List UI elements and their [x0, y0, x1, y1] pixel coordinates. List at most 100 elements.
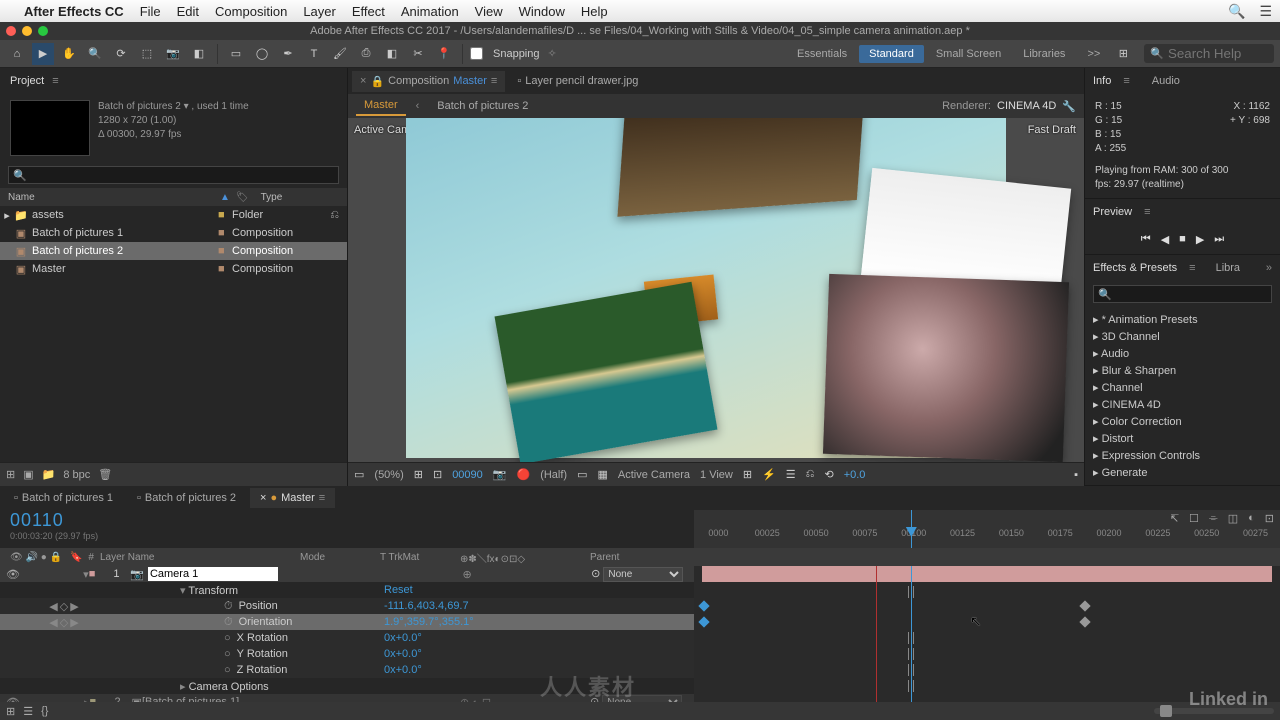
search-help-input[interactable] — [1168, 46, 1268, 61]
camera-dropdown[interactable]: Active Camera — [618, 469, 690, 481]
search-help[interactable]: 🔍 — [1144, 44, 1274, 63]
motion-blur-icon[interactable]: ◐ — [1248, 512, 1255, 525]
menu-effect[interactable]: Effect — [352, 4, 385, 19]
prop-value[interactable]: 0x+0.0° — [384, 648, 694, 660]
keyframe-diamond[interactable] — [698, 600, 709, 611]
renderer-value[interactable]: CINEMA 4D — [997, 100, 1056, 112]
project-row-batch1[interactable]: ▣ Batch of pictures 1 ■ Composition — [0, 224, 347, 242]
audio-tab[interactable]: Audio — [1152, 75, 1180, 87]
delete-icon[interactable]: 🗑 — [98, 468, 112, 481]
home-icon[interactable]: ⌂ — [6, 43, 28, 65]
effects-item[interactable]: ▸ Generate — [1085, 464, 1280, 481]
visibility-icon[interactable]: 👁 — [6, 696, 20, 703]
keyframe-diamond[interactable] — [1079, 616, 1090, 627]
ellipse-tool-icon[interactable]: ◯ — [251, 43, 273, 65]
rectangle-tool-icon[interactable]: ▭ — [225, 43, 247, 65]
prop-z-rotation[interactable]: ○Z Rotation 0x+0.0° — [0, 662, 694, 678]
snapping-checkbox[interactable] — [470, 47, 483, 60]
effects-search[interactable]: 🔍 — [1093, 285, 1272, 303]
current-time-display[interactable]: 00110 — [10, 510, 694, 531]
rotation-tool-icon[interactable]: ⬚ — [136, 43, 158, 65]
comp-tab-master[interactable]: × 🔒 Composition Master ≡ — [352, 71, 505, 92]
layer-row-batch1[interactable]: 👁 ▸ ■ 2 ▣ [Batch of pictures 1] ⊕ ◐ ⊡ ⊙ … — [0, 694, 694, 702]
menu-layer[interactable]: Layer — [303, 4, 336, 19]
project-row-master[interactable]: ▣ Master ■ Composition — [0, 260, 347, 278]
menu-help[interactable]: Help — [581, 4, 608, 19]
stopwatch-icon[interactable]: ⏱ — [224, 600, 233, 613]
add-keyframe-icon[interactable]: ◇ — [60, 600, 68, 613]
hand-tool-icon[interactable]: ✋ — [58, 43, 80, 65]
menu-edit[interactable]: Edit — [177, 4, 199, 19]
libraries-tab[interactable]: Libra — [1216, 262, 1240, 274]
workspace-small-screen[interactable]: Small Screen — [926, 45, 1011, 63]
eraser-tool-icon[interactable]: ◧ — [381, 43, 403, 65]
panel-menu-icon[interactable]: ≡ — [52, 75, 58, 87]
close-tab-icon[interactable]: × — [360, 75, 366, 87]
layer-name[interactable] — [148, 567, 306, 581]
pen-tool-icon[interactable]: ✒ — [277, 43, 299, 65]
effects-item[interactable]: ▸ Distort — [1085, 430, 1280, 447]
renderer-settings-icon[interactable]: 🔧 — [1062, 100, 1076, 113]
menu-view[interactable]: View — [475, 4, 503, 19]
effects-item[interactable]: ▸ Audio — [1085, 345, 1280, 362]
zoom-dropdown[interactable]: (50%) — [374, 469, 403, 481]
add-keyframe-icon[interactable]: ◇ — [60, 616, 68, 629]
info-tab[interactable]: Info — [1093, 75, 1111, 87]
parent-pickwhip-icon[interactable]: ⊙ — [591, 568, 600, 580]
next-keyframe-icon[interactable]: ▶ — [70, 616, 78, 629]
prev-frame-icon[interactable]: ◀ — [1161, 233, 1169, 246]
transparency-grid-icon[interactable]: ▦ — [597, 468, 607, 481]
preview-tab[interactable]: Preview — [1093, 206, 1132, 218]
effects-item[interactable]: ▸ Channel — [1085, 379, 1280, 396]
orbit-tool-icon[interactable]: ⟳ — [110, 43, 132, 65]
camera-options-group[interactable]: ▸ Camera Options — [0, 678, 694, 694]
close-tab-icon[interactable]: × — [260, 492, 266, 504]
toggle-modes-icon[interactable]: ☰ — [23, 705, 33, 718]
panel-menu-icon[interactable]: ≡ — [319, 492, 325, 504]
expand-panel-icon[interactable]: » — [1266, 262, 1272, 274]
prop-value[interactable]: -111.6,403.4,69.7 — [384, 600, 694, 612]
type-tool-icon[interactable]: T — [303, 43, 325, 65]
first-frame-icon[interactable]: ⏮ — [1141, 233, 1151, 246]
prop-orientation[interactable]: ◀◇▶ ⏱Orientation 1.9°,359.7°,355.1° — [0, 614, 694, 630]
fast-preview-icon[interactable]: ⚡ — [762, 468, 776, 481]
new-folder-icon[interactable]: 📁 — [42, 468, 56, 481]
stopwatch-icon[interactable]: ⏱ — [224, 616, 233, 629]
app-name[interactable]: After Effects CC — [24, 4, 124, 19]
layer-row-camera[interactable]: 👁 ▾ ■ 1 📷 ⊕ ⊙ None — [0, 566, 694, 582]
reset-link[interactable]: Reset — [384, 584, 413, 596]
stopwatch-icon[interactable]: ○ — [224, 648, 231, 660]
stopwatch-icon[interactable]: ○ — [224, 664, 231, 676]
menu-file[interactable]: File — [140, 4, 161, 19]
clone-stamp-tool-icon[interactable]: ⎙ — [355, 43, 377, 65]
workspace-more-icon[interactable]: >> — [1077, 45, 1110, 63]
visibility-icon[interactable]: 👁 — [6, 568, 20, 581]
maximize-button[interactable] — [38, 26, 48, 36]
prop-position[interactable]: ◀◇▶ ⏱Position -111.6,403.4,69.7 — [0, 598, 694, 614]
col-type[interactable]: Type — [253, 192, 347, 203]
menu-composition[interactable]: Composition — [215, 4, 287, 19]
layer-duration-bar[interactable] — [702, 566, 1272, 582]
menu-window[interactable]: Window — [519, 4, 565, 19]
workspace-libraries[interactable]: Libraries — [1013, 45, 1075, 63]
frame-blend-icon[interactable]: ◫ — [1228, 512, 1238, 525]
parent-dropdown[interactable]: None — [602, 695, 682, 703]
selection-tool-icon[interactable]: ▶ — [32, 43, 54, 65]
subtab-master[interactable]: Master — [356, 96, 406, 116]
project-panel-tab[interactable]: Project — [10, 75, 44, 87]
subtab-batch2[interactable]: Batch of pictures 2 — [429, 97, 536, 115]
camera-tool-icon[interactable]: 📷 — [162, 43, 184, 65]
last-frame-icon[interactable]: ⏭ — [1214, 233, 1224, 246]
parent-pickwhip-icon[interactable]: ⊙ — [590, 696, 599, 703]
effects-item[interactable]: ▸ 3D Channel — [1085, 328, 1280, 345]
toggle-mask-icon[interactable]: ▪ — [1074, 469, 1078, 481]
roi-icon[interactable]: ▭ — [577, 468, 587, 481]
timeline-tab-master[interactable]: ×●Master≡ — [250, 488, 335, 508]
prev-keyframe-icon[interactable]: ◀ — [49, 600, 57, 613]
channel-icon[interactable]: 🔴 — [516, 468, 530, 481]
prop-value[interactable]: 0x+0.0° — [384, 664, 694, 676]
minimize-button[interactable] — [22, 26, 32, 36]
panel-menu-icon[interactable]: ≡ — [1123, 75, 1129, 87]
composition-viewer[interactable]: Active Camera Fast Draft — [348, 118, 1084, 462]
flowchart-icon[interactable]: ⎌ — [330, 209, 339, 222]
